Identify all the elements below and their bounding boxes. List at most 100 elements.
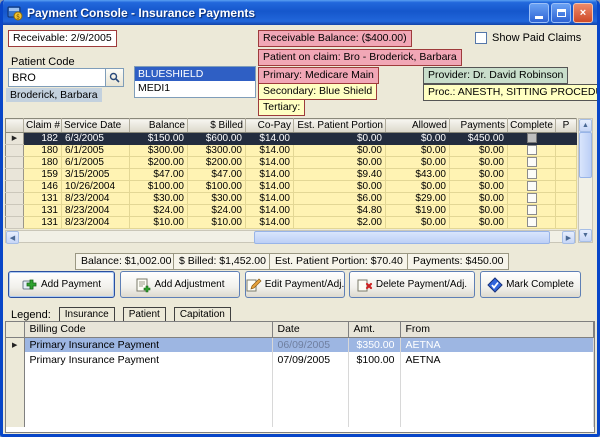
claims-row[interactable]: 1318/23/2004$24.00$24.00$14.00$4.80$19.0…	[6, 205, 577, 217]
claims-row[interactable]: ▶1826/3/2005$150.00$600.00$14.00$0.00$0.…	[6, 133, 577, 145]
claims-column-header[interactable]: Co-Pay	[246, 119, 294, 133]
claims-row[interactable]: 1318/23/2004$10.00$10.00$14.00$2.00$0.00…	[6, 217, 577, 229]
vertical-scrollbar[interactable]: ▲ ▼	[578, 118, 593, 243]
patient-code-input[interactable]	[8, 68, 106, 87]
scroll-left-icon[interactable]: ◀	[6, 231, 19, 244]
payments-column-header[interactable]: Amt.	[348, 322, 400, 337]
claims-row[interactable]: 1318/23/2004$30.00$30.00$14.00$6.00$29.0…	[6, 193, 577, 205]
edit-payment-button[interactable]: Edit Payment/Adj.	[245, 271, 345, 298]
complete-checkbox[interactable]	[527, 133, 537, 143]
claims-column-header[interactable]: Complete	[508, 119, 556, 133]
complete-cell	[508, 205, 556, 217]
row-selector-cell[interactable]	[6, 205, 24, 217]
insurance-listbox[interactable]: BLUESHIELDMEDI1	[134, 66, 256, 98]
claims-column-header[interactable]: $ Billed	[188, 119, 246, 133]
claims-cell: 131	[24, 217, 62, 229]
claims-cell: 182	[24, 133, 62, 145]
claims-cell: $30.00	[130, 193, 188, 205]
row-selector-cell[interactable]: ▶	[6, 337, 24, 352]
horizontal-scroll-thumb[interactable]	[254, 231, 550, 244]
complete-checkbox[interactable]	[527, 217, 537, 227]
row-selector-cell	[6, 397, 24, 412]
claims-cell: $29.00	[386, 193, 450, 205]
add-payment-icon	[22, 277, 38, 293]
claims-cell: $14.00	[246, 157, 294, 169]
patient-code-label: Patient Code	[11, 56, 75, 68]
claims-column-header[interactable]: Claim #	[24, 119, 62, 133]
claims-row[interactable]: 1806/1/2005$200.00$200.00$14.00$0.00$0.0…	[6, 157, 577, 169]
row-selector-cell[interactable]	[6, 157, 24, 169]
horizontal-scrollbar[interactable]: ◀ ▶	[5, 230, 576, 243]
complete-checkbox[interactable]	[527, 169, 537, 179]
add-adjustment-label: Add Adjustment	[154, 279, 224, 290]
summary-est-patient-portion: Est. Patient Portion: $70.40	[269, 253, 409, 270]
claims-cell	[556, 181, 577, 193]
insurance-list-item[interactable]: MEDI1	[135, 81, 255, 95]
complete-checkbox[interactable]	[527, 193, 537, 203]
titlebar-controls: ×	[529, 3, 593, 23]
claims-cell: $14.00	[246, 205, 294, 217]
payments-column-header[interactable]: Billing Code	[24, 322, 272, 337]
claims-column-header[interactable]: Allowed	[386, 119, 450, 133]
payments-column-header[interactable]: Date	[272, 322, 348, 337]
payments-row[interactable]: Primary Insurance Payment07/09/2005$100.…	[6, 352, 594, 367]
svg-text:$: $	[16, 13, 20, 20]
claims-row[interactable]: 14610/26/2004$100.00$100.00$14.00$0.00$0…	[6, 181, 577, 193]
complete-cell	[508, 193, 556, 205]
claims-cell: $43.00	[386, 169, 450, 181]
claims-column-header[interactable]: Service Date	[62, 119, 130, 133]
row-selector-cell[interactable]	[6, 145, 24, 157]
claims-column-header[interactable]: Balance	[130, 119, 188, 133]
scroll-down-icon[interactable]: ▼	[579, 229, 592, 242]
row-selector-cell	[6, 412, 24, 427]
titlebar[interactable]: $ Payment Console - Insurance Payments ×	[3, 0, 597, 25]
claims-cell: 180	[24, 157, 62, 169]
checkbox-box-icon[interactable]	[475, 32, 487, 44]
claims-column-header[interactable]: Est. Patient Portion	[294, 119, 386, 133]
claims-cell: 3/15/2005	[62, 169, 130, 181]
insurance-list-item[interactable]: BLUESHIELD	[135, 67, 255, 81]
claims-cell: $14.00	[246, 169, 294, 181]
close-button[interactable]: ×	[573, 3, 593, 23]
row-selector-cell[interactable]	[6, 181, 24, 193]
maximize-button[interactable]	[551, 3, 571, 23]
claims-cell: $100.00	[188, 181, 246, 193]
claims-cell: $0.00	[450, 217, 508, 229]
claims-cell: $10.00	[130, 217, 188, 229]
provider-label: Provider: Dr. David Robinson	[423, 67, 568, 84]
claims-column-header[interactable]: P	[556, 119, 577, 133]
row-selector-cell[interactable]	[6, 352, 24, 367]
payments-cell	[24, 382, 272, 397]
claims-cell: $0.00	[450, 205, 508, 217]
add-adjustment-button[interactable]: Add Adjustment	[120, 271, 240, 298]
claims-cell: 131	[24, 205, 62, 217]
add-payment-button[interactable]: Add Payment	[8, 271, 115, 298]
edit-icon	[246, 277, 262, 293]
scroll-up-icon[interactable]: ▲	[579, 119, 592, 132]
complete-checkbox[interactable]	[527, 157, 537, 167]
client-area: Receivable: 2/9/2005 Receivable Balance:…	[3, 25, 597, 434]
row-selector-cell[interactable]	[6, 193, 24, 205]
delete-payment-button[interactable]: Delete Payment/Adj.	[349, 271, 475, 298]
payments-row[interactable]: ▶Primary Insurance Payment06/09/2005$350…	[6, 337, 594, 352]
row-selector-cell[interactable]: ▶	[6, 133, 24, 145]
payments-empty-row	[6, 412, 594, 427]
scroll-right-icon[interactable]: ▶	[562, 231, 575, 244]
claims-column-header[interactable]: Payments	[450, 119, 508, 133]
complete-checkbox[interactable]	[527, 145, 537, 155]
delete-payment-label: Delete Payment/Adj.	[376, 279, 467, 290]
search-button[interactable]	[106, 68, 124, 87]
claims-cell	[556, 217, 577, 229]
mark-complete-button[interactable]: Mark Complete	[480, 271, 581, 298]
payments-column-header[interactable]: From	[400, 322, 594, 337]
row-selector-cell[interactable]	[6, 169, 24, 181]
show-paid-claims-checkbox[interactable]: Show Paid Claims	[475, 32, 581, 44]
claims-row[interactable]: 1806/1/2005$300.00$300.00$14.00$0.00$0.0…	[6, 145, 577, 157]
complete-checkbox[interactable]	[527, 205, 537, 215]
row-selector-cell[interactable]	[6, 217, 24, 229]
minimize-button[interactable]	[529, 3, 549, 23]
claims-cell: 6/1/2005	[62, 145, 130, 157]
claims-row[interactable]: 1593/15/2005$47.00$47.00$14.00$9.40$43.0…	[6, 169, 577, 181]
complete-checkbox[interactable]	[527, 181, 537, 191]
vertical-scroll-thumb[interactable]	[579, 132, 592, 178]
